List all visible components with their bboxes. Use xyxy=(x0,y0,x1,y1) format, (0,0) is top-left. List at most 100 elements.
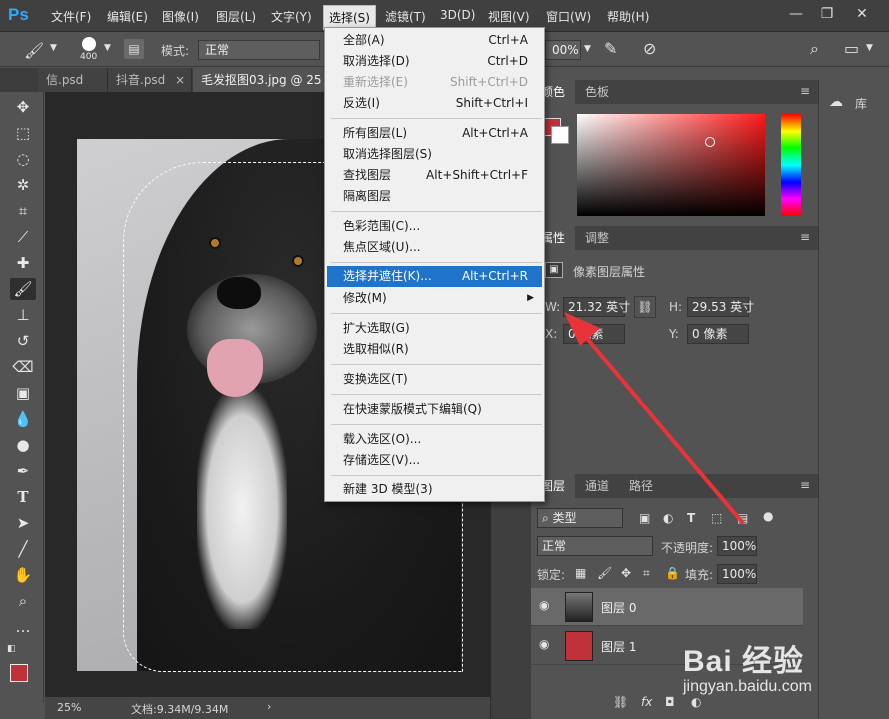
menu-item-reselect[interactable]: 重新选择(E) Shift+Ctrl+D xyxy=(327,72,542,93)
stamp-tool-icon[interactable]: ⊥ xyxy=(10,304,36,326)
menu-file[interactable]: 文件(F) xyxy=(51,8,91,25)
brush-panel-icon[interactable]: ▤ xyxy=(124,39,144,59)
visibility-eye-icon[interactable]: ◉ xyxy=(539,598,549,612)
link-icon[interactable]: ⛓ xyxy=(634,296,656,318)
brush-tool-icon[interactable]: 🖌 xyxy=(24,41,44,60)
chevron-down-icon[interactable]: ▼ xyxy=(104,43,111,53)
panel-menu-icon[interactable]: ≡ xyxy=(800,84,810,98)
blend-mode-select[interactable]: 正常 xyxy=(537,536,653,556)
menu-layer[interactable]: 图层(L) xyxy=(216,8,256,25)
panel-menu-icon[interactable]: ≡ xyxy=(800,230,810,244)
tab-paths[interactable]: 路径 xyxy=(619,474,663,498)
menu-item-color-range[interactable]: 色彩范围(C)... xyxy=(327,216,542,237)
layer-filter-select[interactable]: ⌕ 类型 xyxy=(537,508,623,528)
zoom-tool-icon[interactable]: ⌕ xyxy=(10,590,36,612)
chevron-down-icon[interactable]: ▼ xyxy=(50,43,57,53)
menu-item-grow[interactable]: 扩大选取(G) xyxy=(327,318,542,339)
add-mask-icon[interactable]: ◘ xyxy=(665,695,675,709)
y-field[interactable]: 0 像素 xyxy=(687,324,749,344)
lock-position-icon[interactable]: ✥ xyxy=(621,566,631,580)
filter-pixel-icon[interactable]: ▣ xyxy=(639,511,650,525)
eyedropper-icon[interactable]: ⟋ xyxy=(10,226,36,248)
menu-filter[interactable]: 滤镜(T) xyxy=(385,8,426,25)
close-icon[interactable]: ✕ xyxy=(848,4,876,24)
menu-item-load-selection[interactable]: 载入选区(O)... xyxy=(327,429,542,450)
blur-tool-icon[interactable]: 💧 xyxy=(10,408,36,430)
hue-slider[interactable] xyxy=(781,114,801,216)
restore-icon[interactable]: ❐ xyxy=(813,4,841,24)
history-brush-icon[interactable]: ↺ xyxy=(10,330,36,352)
menu-view[interactable]: 视图(V) xyxy=(488,8,530,25)
library-label[interactable]: 库 xyxy=(855,95,867,112)
menu-item-transform-selection[interactable]: 变换选区(T) xyxy=(327,369,542,390)
menu-image[interactable]: 图像(I) xyxy=(162,8,199,25)
menu-item-select-and-mask[interactable]: 选择并遮住(K)... Alt+Ctrl+R xyxy=(327,266,542,287)
tab-swatches[interactable]: 色板 xyxy=(575,80,619,104)
menu-item-focus-area[interactable]: 焦点区域(U)... xyxy=(327,237,542,258)
zoom-level[interactable]: 25% xyxy=(57,701,81,714)
crop-tool-icon[interactable]: ⌗ xyxy=(10,200,36,222)
default-colors-icon[interactable]: ◧ xyxy=(7,644,16,654)
lock-image-icon[interactable]: 🖌 xyxy=(597,566,612,580)
menu-item-similar[interactable]: 选取相似(R) xyxy=(327,339,542,360)
close-tab-icon[interactable]: × xyxy=(175,73,185,87)
menu-edit[interactable]: 编辑(E) xyxy=(107,8,148,25)
tab-document-1[interactable]: 信.psd xyxy=(38,68,108,92)
marquee-tool-icon[interactable]: ⬚ xyxy=(10,122,36,144)
filter-type-icon[interactable]: T xyxy=(687,511,695,525)
mode-select[interactable]: 正常 xyxy=(198,40,320,60)
healing-brush-icon[interactable]: ✚ xyxy=(10,252,36,274)
pressure-icon[interactable]: ⊘ xyxy=(643,39,656,58)
lock-transparent-icon[interactable]: ▦ xyxy=(575,566,586,580)
hand-tool-icon[interactable]: ✋ xyxy=(10,564,36,586)
filter-adjustment-icon[interactable]: ◐ xyxy=(663,511,673,525)
workspace-icon[interactable]: ▭ xyxy=(844,39,859,58)
flow-field[interactable]: 00% xyxy=(545,40,581,60)
height-field[interactable]: 29.53 英寸 xyxy=(687,297,754,317)
chevron-right-icon[interactable]: › xyxy=(267,700,271,713)
menu-item-all-layers[interactable]: 所有图层(L) Alt+Ctrl+A xyxy=(327,123,542,144)
menu-item-select-all[interactable]: 全部(A) Ctrl+A xyxy=(327,30,542,51)
menu-item-quick-mask[interactable]: 在快速蒙版模式下编辑(Q) xyxy=(327,399,542,420)
tab-channels[interactable]: 通道 xyxy=(575,474,619,498)
eraser-icon[interactable]: ⌫ xyxy=(10,356,36,378)
menu-item-inverse[interactable]: 反选(I) Shift+Ctrl+I xyxy=(327,93,542,114)
link-layers-icon[interactable]: ⛓ xyxy=(613,695,628,709)
move-tool-icon[interactable]: ✥ xyxy=(10,96,36,118)
chevron-down-icon[interactable]: ▼ xyxy=(584,44,591,54)
type-tool-icon[interactable]: T xyxy=(10,486,36,508)
path-select-icon[interactable]: ➤ xyxy=(10,512,36,534)
more-tools-icon[interactable]: … xyxy=(10,616,36,638)
menu-3d[interactable]: 3D(D) xyxy=(440,8,475,22)
menu-item-save-selection[interactable]: 存储选区(V)... xyxy=(327,450,542,471)
brush-preview-icon[interactable] xyxy=(82,37,96,51)
filter-shape-icon[interactable]: ⬚ xyxy=(711,511,722,525)
filter-toggle-icon[interactable]: ● xyxy=(763,509,773,523)
background-swatch[interactable] xyxy=(551,126,569,144)
tab-document-2[interactable]: 抖音.psd × xyxy=(108,68,192,92)
dodge-tool-icon[interactable]: ● xyxy=(10,434,36,456)
tab-document-active[interactable]: 毛发抠图03.jpg @ 25 xyxy=(193,68,325,92)
menu-item-deselect[interactable]: 取消选择(D) Ctrl+D xyxy=(327,51,542,72)
menu-item-isolate-layers[interactable]: 隔离图层 xyxy=(327,186,542,207)
fill-field[interactable]: 100% xyxy=(717,564,757,584)
gradient-tool-icon[interactable]: ▣ xyxy=(10,382,36,404)
menu-window[interactable]: 窗口(W) xyxy=(546,8,591,25)
opacity-field[interactable]: 100% xyxy=(717,536,757,556)
menu-item-deselect-layers[interactable]: 取消选择图层(S) xyxy=(327,144,542,165)
layer-style-icon[interactable]: fx xyxy=(641,695,652,709)
visibility-eye-icon[interactable]: ◉ xyxy=(539,637,549,651)
color-picker-field[interactable] xyxy=(577,114,765,216)
menu-item-find-layers[interactable]: 查找图层 Alt+Shift+Ctrl+F xyxy=(327,165,542,186)
search-icon[interactable]: ⌕ xyxy=(810,39,819,59)
filter-smart-object-icon[interactable]: ▤ xyxy=(737,511,748,525)
panel-menu-icon[interactable]: ≡ xyxy=(800,478,810,492)
menu-item-modify[interactable]: 修改(M) ▶ xyxy=(327,288,542,309)
menu-type[interactable]: 文字(Y) xyxy=(271,8,312,25)
airbrush-icon[interactable]: ✎ xyxy=(604,39,617,58)
cloud-icon[interactable]: ☁ xyxy=(829,94,843,110)
magic-wand-icon[interactable]: ✲ xyxy=(10,174,36,196)
width-field[interactable]: 21.32 英寸 xyxy=(563,297,630,317)
x-field[interactable]: 0 像素 xyxy=(563,324,625,344)
pen-tool-icon[interactable]: ✒ xyxy=(10,460,36,482)
